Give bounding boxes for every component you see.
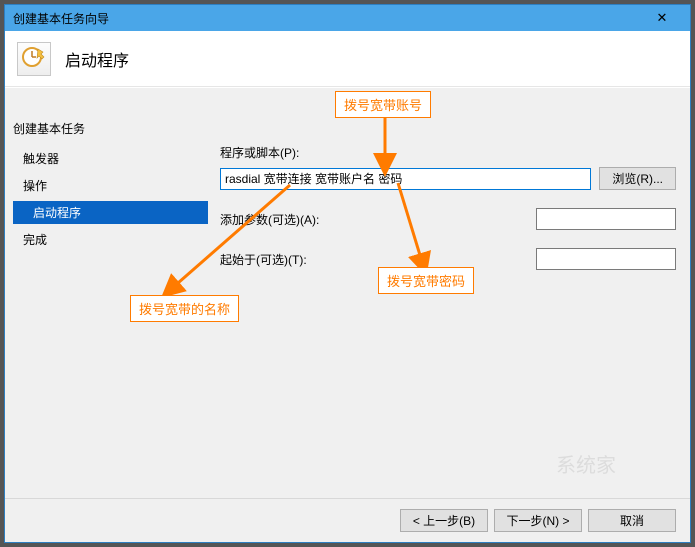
footer: < 上一步(B) 下一步(N) > 取消: [5, 498, 690, 542]
close-icon[interactable]: ✕: [642, 10, 682, 26]
annotation-account: 拨号宽带账号: [335, 91, 431, 118]
titlebar: 创建基本任务向导 ✕: [5, 5, 690, 31]
browse-button[interactable]: 浏览(R)...: [599, 167, 676, 190]
content-area: 创建基本任务 触发器 操作 启动程序 完成 程序或脚本(P): 浏览(R)...…: [5, 88, 690, 498]
next-button[interactable]: 下一步(N) >: [494, 509, 582, 532]
header: 启动程序: [5, 31, 690, 87]
program-label: 程序或脚本(P):: [220, 144, 676, 161]
arrow-password-icon: [393, 183, 433, 273]
arrow-account-icon: [370, 113, 400, 173]
sidebar-item-trigger[interactable]: 触发器: [13, 147, 208, 170]
annotation-password: 拨号宽带密码: [378, 267, 474, 294]
sidebar-heading: 创建基本任务: [13, 120, 208, 137]
back-button[interactable]: < 上一步(B): [400, 509, 488, 532]
wizard-window: 创建基本任务向导 ✕ 启动程序 创建基本任务 触发器 操作 启动程序 完成 程序…: [4, 4, 691, 543]
arrow-name-icon: [160, 185, 300, 300]
args-input[interactable]: [536, 208, 676, 230]
cancel-button[interactable]: 取消: [588, 509, 676, 532]
page-title: 启动程序: [65, 47, 129, 71]
annotation-name: 拨号宽带的名称: [130, 295, 239, 322]
startin-input[interactable]: [536, 248, 676, 270]
program-icon: [17, 42, 51, 76]
window-title: 创建基本任务向导: [13, 10, 642, 27]
